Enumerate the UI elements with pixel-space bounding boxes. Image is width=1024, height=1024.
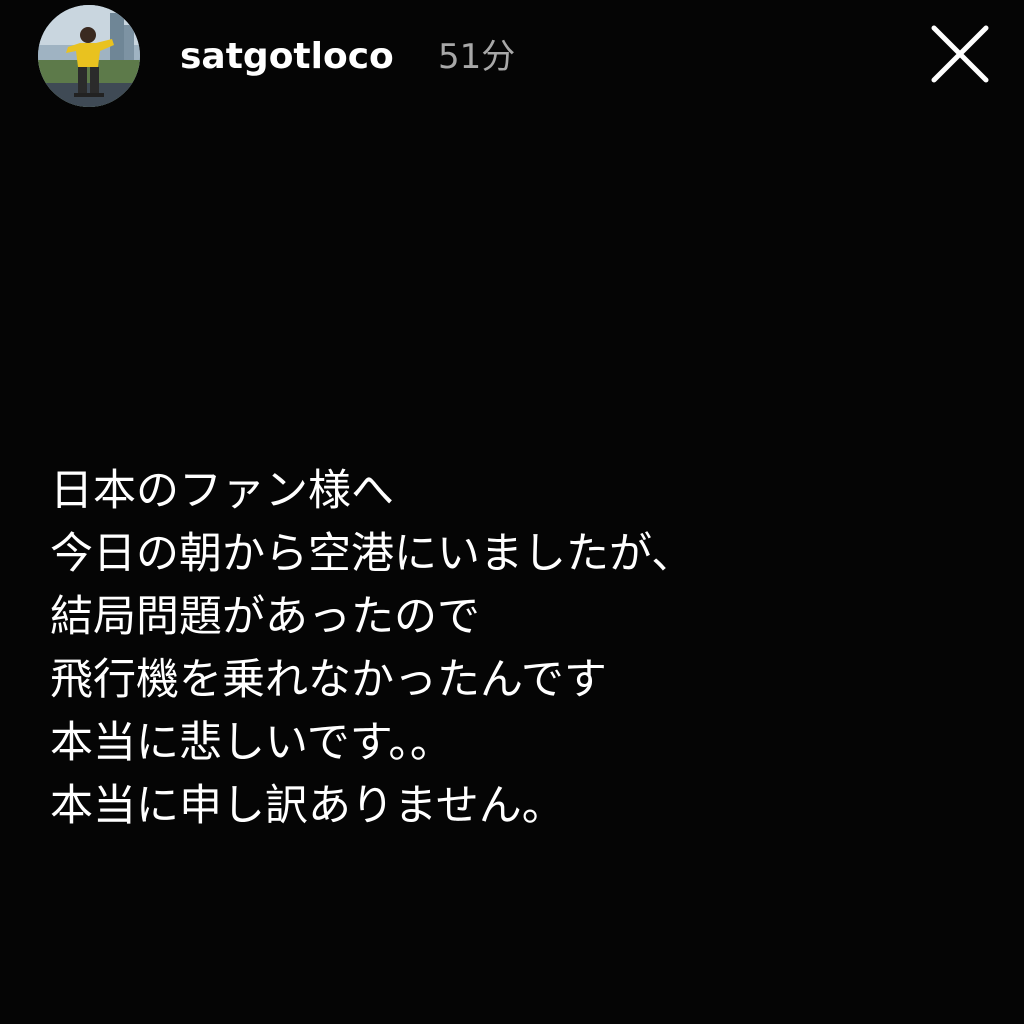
- message-line: 結局問題があったので: [50, 592, 480, 642]
- story-header: satgotloco 51分: [0, 0, 1024, 120]
- message-line: 日本のファン様へ: [50, 466, 394, 516]
- story-viewer: satgotloco 51分 日本のファン様へ 今日の朝から空港にいましたが、 …: [0, 0, 1024, 1024]
- avatar[interactable]: [38, 5, 140, 107]
- message-line: 本当に悲しいです。。: [50, 718, 453, 768]
- close-button[interactable]: [926, 20, 994, 88]
- message-line: 飛行機を乗れなかったんです: [50, 655, 607, 705]
- message-line: 今日の朝から空港にいましたが、: [50, 529, 695, 579]
- message-line: 本当に申し訳ありません。: [50, 781, 565, 831]
- close-icon: [931, 25, 989, 83]
- username[interactable]: satgotloco: [180, 32, 394, 82]
- story-text-message: 日本のファン様へ 今日の朝から空港にいましたが、 結局問題があったので 飛行機を…: [50, 460, 990, 838]
- profile-photo-icon: [38, 5, 140, 107]
- post-time: 51分: [438, 37, 516, 77]
